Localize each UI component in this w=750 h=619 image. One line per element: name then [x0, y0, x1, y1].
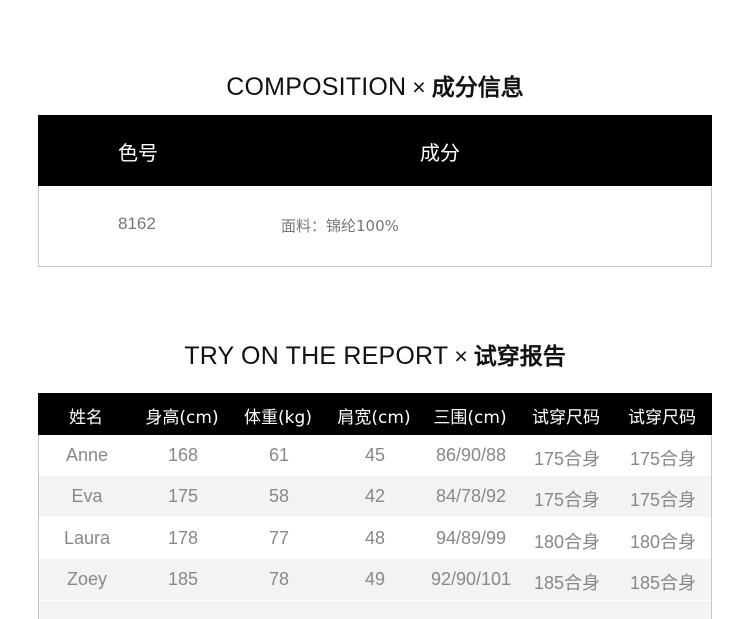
title-separator: ×	[454, 343, 468, 369]
cell-shoulder: 45	[364, 445, 386, 465]
cell-height: 168	[167, 445, 199, 465]
cell-weight: 77	[268, 528, 290, 548]
cell-shoulder: 42	[364, 486, 386, 506]
header-height: 身高(cm)	[145, 408, 219, 428]
cell-weight: 78	[268, 569, 290, 589]
cell-name: Anne	[65, 445, 109, 465]
cell-measurements: 94/89/99	[435, 528, 507, 548]
tryon-title-zh: 试穿报告	[473, 344, 566, 370]
material-value: 面料：锦纶100%	[281, 217, 399, 235]
header-measurements: 三围(cm)	[433, 408, 507, 428]
cell-shoulder: 49	[364, 569, 386, 589]
table-row: Anne 168 61 45 86/90/88 175合身 175合身	[39, 435, 711, 476]
header-color-code: 色号	[118, 141, 158, 165]
cell-weight: 58	[268, 486, 290, 506]
header-composition: 成分	[420, 141, 460, 165]
cell-measurements: 84/78/92	[435, 486, 507, 506]
composition-title-en: COMPOSITION	[226, 73, 407, 101]
header-weight: 体重(kg)	[244, 408, 312, 428]
cell-shoulder: 48	[364, 528, 386, 548]
cell-name: Zoey	[66, 569, 108, 589]
table-bottom-filler	[39, 601, 711, 619]
cell-size-1: 185合身	[533, 573, 601, 593]
header-size-1: 试穿尺码	[532, 408, 600, 428]
cell-name: Eva	[71, 486, 103, 506]
cell-size-2: 175合身	[629, 490, 697, 510]
cell-size-2: 185合身	[629, 573, 697, 593]
cell-size-1: 180合身	[533, 532, 601, 552]
cell-name: Laura	[63, 528, 111, 548]
cell-weight: 61	[268, 445, 290, 465]
tryon-title-en: TRY ON THE REPORT	[184, 342, 449, 370]
composition-table: 色号 成分 8162 面料：锦纶100%	[38, 115, 712, 267]
table-row: Eva 175 58 42 84/78/92 175合身 175合身	[39, 476, 711, 517]
composition-title: COMPOSITION × 成分信息	[0, 68, 750, 102]
title-separator: ×	[412, 74, 426, 100]
cell-measurements: 86/90/88	[435, 445, 507, 465]
composition-table-header: 色号 成分	[38, 115, 712, 186]
cell-size-1: 175合身	[533, 449, 601, 469]
cell-size-2: 175合身	[629, 449, 697, 469]
cell-height: 178	[167, 528, 199, 548]
header-size-2: 试穿尺码	[628, 408, 696, 428]
header-shoulder: 肩宽(cm)	[337, 408, 411, 428]
cell-size-2: 180合身	[629, 532, 697, 552]
cell-size-1: 175合身	[533, 490, 601, 510]
color-code-value: 8162	[118, 214, 156, 233]
tryon-table-header: 姓名 身高(cm) 体重(kg) 肩宽(cm) 三围(cm) 试穿尺码 试穿尺码	[38, 393, 712, 435]
cell-height: 185	[167, 569, 199, 589]
tryon-table: 姓名 身高(cm) 体重(kg) 肩宽(cm) 三围(cm) 试穿尺码 试穿尺码…	[38, 393, 712, 619]
table-row: Zoey 185 78 49 92/90/101 185合身 185合身	[39, 559, 711, 600]
cell-height: 175	[167, 486, 199, 506]
cell-measurements: 92/90/101	[430, 569, 512, 589]
tryon-title: TRY ON THE REPORT × 试穿报告	[0, 337, 750, 371]
table-row: Laura 178 77 48 94/89/99 180合身 180合身	[39, 518, 711, 559]
composition-title-zh: 成分信息	[431, 75, 524, 101]
header-name: 姓名	[69, 408, 103, 428]
